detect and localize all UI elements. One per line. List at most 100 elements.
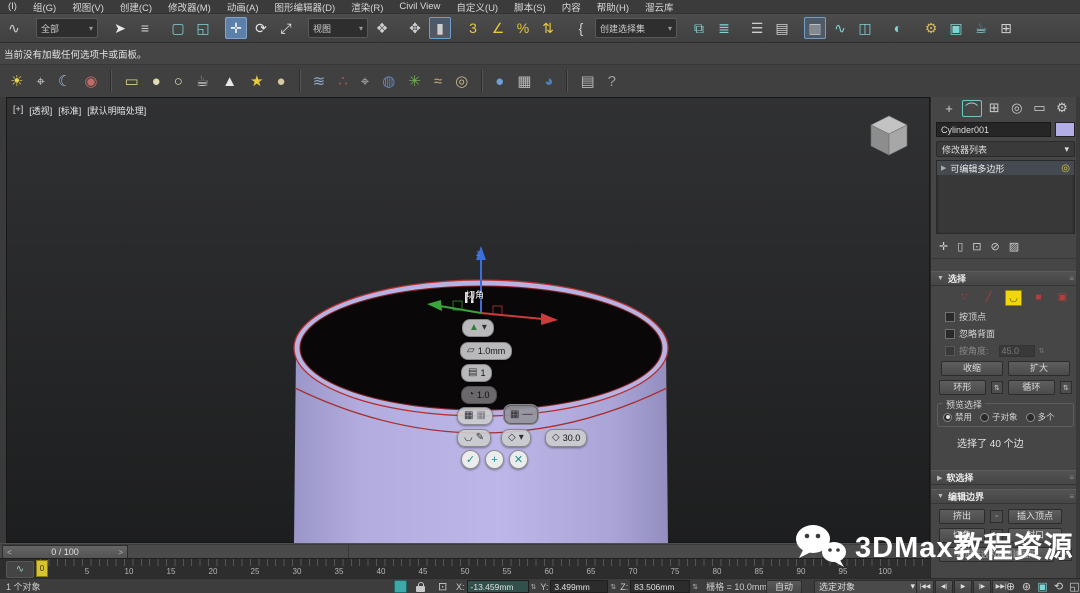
- schematic-view-icon[interactable]: ◫: [854, 17, 876, 39]
- rollout-edit-borders[interactable]: ▼ 编辑边界 ≡: [931, 489, 1080, 504]
- viewcube[interactable]: [861, 110, 915, 160]
- spinner-icon[interactable]: ⇅: [1039, 347, 1045, 355]
- selection-lock-icon[interactable]: [416, 586, 425, 592]
- grass-icon[interactable]: ✳: [408, 74, 421, 89]
- object-color-swatch[interactable]: [1055, 122, 1075, 137]
- material-sphere-icon[interactable]: ●: [495, 74, 504, 89]
- caddy-depth-value[interactable]: 1.0: [477, 390, 490, 400]
- environment-icon[interactable]: ◕: [544, 74, 553, 89]
- previous-frame-button[interactable]: ◀|: [935, 580, 953, 593]
- pin-stack-icon[interactable]: ✛: [939, 240, 948, 253]
- caddy-cancel-button[interactable]: ✕: [509, 450, 528, 469]
- uv-checker-icon[interactable]: ▦: [517, 74, 531, 89]
- show-end-result-icon[interactable]: ▯: [957, 240, 963, 253]
- globe-icon[interactable]: ◍: [382, 74, 395, 89]
- menu-item[interactable]: Civil View: [391, 1, 448, 12]
- camera-rig-icon[interactable]: ⌖: [361, 74, 369, 89]
- tab-hierarchy[interactable]: ⊞: [984, 100, 1004, 117]
- menu-item[interactable]: 修改器(M): [160, 0, 219, 14]
- radio-button[interactable]: [980, 413, 989, 422]
- menu-item[interactable]: 创建(C): [112, 0, 160, 14]
- loop-button[interactable]: 循环: [1008, 380, 1055, 395]
- modifier-stack[interactable]: ▶ 可编辑多边形 ◎: [936, 160, 1075, 234]
- select-scale-icon[interactable]: ⤢: [275, 17, 297, 39]
- chamfer-type-dropdown-icon[interactable]: ▾: [482, 323, 487, 333]
- caddy-amount-field[interactable]: ▱ 1.0mm: [460, 342, 512, 360]
- by-angle-checkbox[interactable]: [945, 346, 955, 356]
- notes-icon[interactable]: ▤: [580, 74, 594, 89]
- next-frame-arrow[interactable]: >: [118, 548, 123, 557]
- named-selection-sets-dropdown[interactable]: 创建选择集▾: [595, 18, 677, 38]
- expand-arrow-icon[interactable]: ▶: [941, 164, 946, 172]
- layer-explorer-icon[interactable]: ☰: [746, 17, 768, 39]
- time-slider[interactable]: < 0 / 100 >: [0, 543, 930, 559]
- render-production-icon[interactable]: ☕: [970, 17, 992, 39]
- viewport-menu-shading[interactable]: [默认明暗处理]: [87, 104, 146, 117]
- go-to-start-button[interactable]: |◀◀: [916, 580, 934, 593]
- play-button[interactable]: ▶: [954, 580, 972, 593]
- rectangle-primitive-icon[interactable]: ▭: [124, 74, 138, 89]
- select-object-icon[interactable]: ➤: [109, 17, 131, 39]
- modifier-list-dropdown[interactable]: 修改器列表 ▾: [936, 141, 1075, 157]
- ignore-backfacing-checkbox[interactable]: [945, 329, 955, 339]
- tab-utilities[interactable]: ⚙: [1052, 100, 1072, 117]
- caddy-invert-open-toggle[interactable]: ▦ —: [503, 404, 539, 425]
- viewport-menu-standard[interactable]: [标准]: [58, 104, 81, 117]
- vertex-subobject-icon[interactable]: ∵: [957, 290, 972, 304]
- caddy-smooth-value[interactable]: 30.0: [563, 433, 581, 443]
- menu-item[interactable]: 自定义(U): [448, 0, 506, 14]
- caddy-depth-field[interactable]: ◔ 1.0: [461, 386, 497, 404]
- maximize-viewport-icon[interactable]: ◱: [1067, 580, 1080, 593]
- modifier-stack-row[interactable]: ▶ 可编辑多边形 ◎: [937, 161, 1074, 175]
- tab-modify[interactable]: ⌒: [962, 100, 982, 117]
- x-spinner[interactable]: ⇅: [531, 583, 537, 591]
- key-filter-dropdown[interactable]: 选定对象 ▾: [814, 580, 920, 593]
- mirror-icon[interactable]: ⧉: [688, 17, 710, 39]
- select-rotate-icon[interactable]: ⟳: [250, 17, 272, 39]
- ribbon-toggle-icon[interactable]: ▥: [804, 17, 826, 39]
- physical-camera-icon[interactable]: ◉: [84, 74, 97, 89]
- selection-set-icon[interactable]: [394, 580, 407, 593]
- angle-snap-icon[interactable]: ∠: [487, 17, 509, 39]
- x-coordinate-field[interactable]: -13.459mm: [467, 580, 529, 593]
- by-vertex-row[interactable]: 按顶点: [931, 308, 1080, 325]
- tab-create[interactable]: +: [939, 100, 959, 117]
- preview-option-2[interactable]: 多个: [1026, 411, 1055, 423]
- configure-modifier-sets-icon[interactable]: ▨: [1009, 240, 1019, 253]
- material-editor-icon[interactable]: ◐: [887, 17, 909, 39]
- radio-button[interactable]: [1026, 413, 1035, 422]
- select-and-link-icon[interactable]: ∿: [3, 17, 25, 39]
- disc-primitive-icon[interactable]: ●: [277, 74, 286, 89]
- menu-item[interactable]: 脚本(S): [506, 0, 554, 14]
- edge-subobject-icon[interactable]: ╱: [981, 290, 996, 304]
- ring-spinner[interactable]: ⇅: [991, 381, 1003, 394]
- by-vertex-checkbox[interactable]: [945, 312, 955, 322]
- menu-item[interactable]: 内容: [554, 0, 589, 14]
- element-subobject-icon[interactable]: ▣: [1055, 290, 1070, 304]
- keyboard-override-toggle-icon[interactable]: ▮: [429, 17, 451, 39]
- molecule-icon[interactable]: ∴: [338, 74, 348, 89]
- border-subobject-icon[interactable]: ◡: [1005, 290, 1022, 306]
- cone-primitive-icon[interactable]: ▲: [222, 74, 237, 89]
- tab-motion[interactable]: ◎: [1007, 100, 1027, 117]
- rollout-selection[interactable]: ▼ 选择 ≡: [931, 271, 1080, 286]
- shell-icon[interactable]: ◎: [455, 74, 468, 89]
- rollout-soft-selection[interactable]: ▶ 软选择 ≡: [931, 470, 1080, 485]
- window-crossing-icon[interactable]: ◱: [192, 17, 214, 39]
- menu-item[interactable]: 组(G): [25, 0, 64, 14]
- remove-modifier-icon[interactable]: ⊘: [991, 240, 1000, 253]
- polygon-subobject-icon[interactable]: ■: [1031, 290, 1046, 304]
- time-slider-track[interactable]: [0, 545, 930, 559]
- preview-option-0[interactable]: 禁用: [943, 411, 972, 423]
- snap-toggle-3d-icon[interactable]: 3: [462, 17, 484, 39]
- y-spinner[interactable]: ⇅: [610, 583, 616, 591]
- render-setup-icon[interactable]: ⚙: [920, 17, 942, 39]
- current-frame-marker[interactable]: 0: [36, 560, 48, 577]
- absolute-mode-icon[interactable]: ⊡: [438, 579, 447, 593]
- reference-coordinate-dropdown[interactable]: 视图▾: [308, 18, 368, 38]
- grow-button[interactable]: 扩大: [1008, 361, 1070, 376]
- moon-light-icon[interactable]: ☾: [58, 74, 71, 89]
- ignore-backfacing-row[interactable]: 忽略背面: [931, 325, 1080, 342]
- mini-curve-editor-button[interactable]: ∿: [6, 561, 34, 578]
- menu-item[interactable]: (I): [0, 1, 25, 12]
